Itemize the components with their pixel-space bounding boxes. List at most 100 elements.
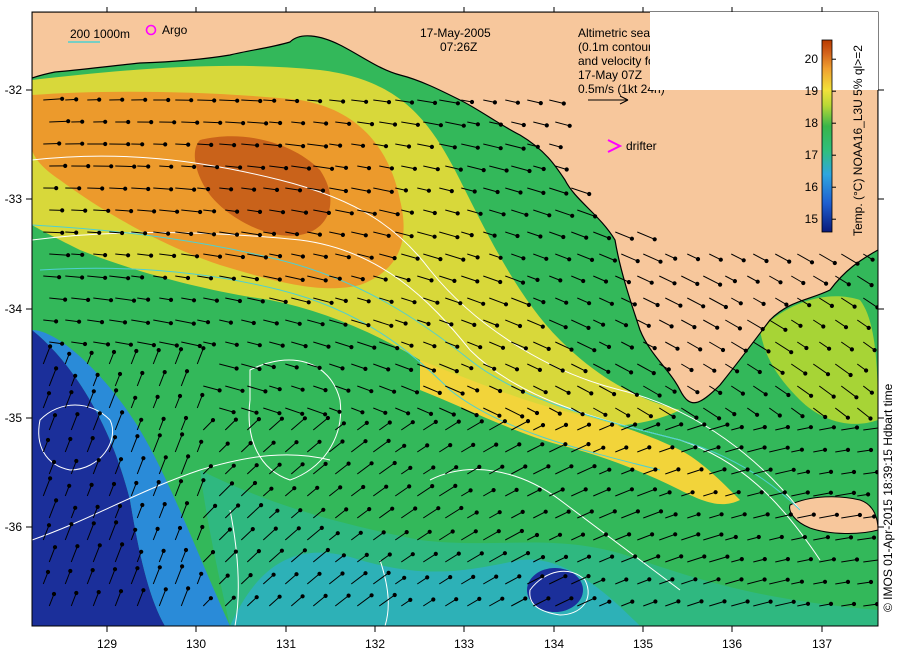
velocity-arrow-head bbox=[406, 411, 411, 416]
velocity-arrow-head bbox=[762, 445, 767, 450]
velocity-arrow-head bbox=[57, 141, 62, 146]
velocity-arrow-head bbox=[498, 388, 503, 394]
velocity-arrow-head bbox=[612, 258, 618, 263]
velocity-arrow-head bbox=[126, 119, 131, 125]
velocity-arrow-head bbox=[540, 423, 546, 428]
colorbar-tick-label: 19 bbox=[805, 84, 819, 98]
velocity-arrow-head bbox=[791, 467, 796, 472]
velocity-arrow-head bbox=[389, 323, 394, 328]
velocity-arrow-head bbox=[438, 123, 443, 128]
velocity-arrow-head bbox=[383, 144, 389, 149]
velocity-arrow bbox=[197, 99, 215, 101]
velocity-arrow-head bbox=[679, 554, 684, 559]
velocity-arrow-head bbox=[798, 323, 803, 328]
velocity-arrow-head bbox=[360, 277, 365, 282]
velocity-arrow-head bbox=[653, 599, 658, 604]
velocity-arrow-head bbox=[213, 503, 218, 508]
velocity-arrow-head bbox=[735, 369, 740, 374]
velocity-arrow-head bbox=[581, 278, 586, 284]
velocity-arrow-head bbox=[534, 410, 540, 416]
velocity-arrow-head bbox=[425, 443, 430, 448]
velocity-arrow-head bbox=[801, 280, 806, 286]
velocity-arrow-head bbox=[280, 210, 286, 215]
velocity-arrow-head bbox=[163, 455, 168, 460]
velocity-arrow-head bbox=[60, 96, 65, 101]
velocity-arrow-head bbox=[495, 323, 500, 328]
velocity-arrow-head bbox=[369, 593, 374, 598]
velocity-arrow-head bbox=[583, 487, 588, 492]
velocity-arrow-head bbox=[827, 346, 832, 351]
velocity-arrow-head bbox=[69, 390, 74, 395]
velocity-arrow-head bbox=[846, 282, 851, 287]
velocity-arrow-head bbox=[777, 413, 782, 418]
colorbar-gradient bbox=[821, 39, 833, 233]
velocity-arrow-head bbox=[54, 319, 59, 324]
velocity-arrow-head bbox=[720, 347, 726, 353]
velocity-arrow-head bbox=[341, 421, 346, 426]
velocity-arrow-head bbox=[453, 483, 458, 488]
velocity-arrow-head bbox=[498, 146, 503, 151]
velocity-arrow-head bbox=[658, 259, 663, 264]
velocity-arrow-head bbox=[162, 502, 167, 507]
velocity-arrow-head bbox=[163, 275, 168, 280]
velocity-arrow-head bbox=[323, 593, 328, 599]
velocity-arrow-head bbox=[768, 599, 773, 604]
velocity-arrow-head bbox=[321, 507, 326, 512]
velocity-arrow-head bbox=[97, 230, 102, 235]
info-line: 17-May 07Z bbox=[578, 68, 642, 82]
velocity-arrow-head bbox=[386, 438, 391, 443]
velocity-arrow-head bbox=[702, 554, 707, 559]
velocity-arrow-head bbox=[458, 167, 463, 172]
velocity-arrow-head bbox=[123, 186, 128, 191]
velocity-arrow-head bbox=[271, 440, 276, 445]
velocity-arrow bbox=[181, 121, 198, 124]
velocity-arrow-head bbox=[799, 447, 805, 452]
velocity-arrow-head bbox=[277, 411, 282, 416]
velocity-arrow-head bbox=[469, 99, 475, 105]
velocity-arrow-head bbox=[279, 548, 284, 553]
velocity-arrow-head bbox=[340, 366, 345, 371]
velocity-arrow-head bbox=[402, 443, 407, 448]
velocity-arrow-head bbox=[271, 572, 276, 577]
velocity-arrow-head bbox=[338, 143, 343, 148]
velocity-arrow-head bbox=[658, 509, 664, 514]
velocity-arrow-head bbox=[848, 535, 854, 540]
velocity-arrow-head bbox=[212, 98, 217, 103]
velocity-arrow-head bbox=[95, 372, 100, 377]
velocity-arrow-head bbox=[669, 324, 674, 329]
velocity-arrow-head bbox=[461, 123, 466, 128]
velocity-arrow-head bbox=[140, 370, 145, 376]
velocity-arrow-head bbox=[303, 344, 308, 349]
velocity-arrow-head bbox=[324, 121, 329, 126]
velocity-arrow-head bbox=[302, 416, 307, 421]
velocity-arrow-head bbox=[557, 411, 562, 416]
velocity-arrow-head bbox=[629, 370, 634, 375]
velocity-arrow-head bbox=[607, 467, 612, 472]
velocity-arrow-head bbox=[848, 372, 853, 378]
velocity-arrow-head bbox=[843, 325, 849, 330]
velocity-arrow-head bbox=[570, 213, 575, 218]
velocity-arrow-head bbox=[521, 256, 526, 261]
velocity-arrow-head bbox=[787, 259, 792, 264]
velocity-arrow-head bbox=[802, 535, 808, 540]
velocity-arrow-head bbox=[521, 122, 526, 128]
velocity-arrow-head bbox=[452, 145, 457, 150]
velocity-arrow-head bbox=[603, 279, 609, 284]
velocity-arrow-head bbox=[406, 277, 411, 283]
velocity-arrow-head bbox=[765, 512, 770, 517]
velocity-arrow-head bbox=[823, 414, 828, 420]
velocity-arrow-head bbox=[343, 165, 349, 170]
velocity-arrow-head bbox=[277, 277, 282, 282]
velocity-arrow-head bbox=[673, 512, 678, 517]
velocity-arrow-head bbox=[469, 366, 474, 371]
velocity-arrow-head bbox=[254, 277, 259, 282]
velocity-arrow-head bbox=[755, 279, 760, 284]
colorbar-tick-label: 15 bbox=[805, 212, 819, 226]
velocity-arrow-head bbox=[414, 390, 420, 395]
y-tick-label: -32 bbox=[5, 83, 23, 97]
y-tick-label: -35 bbox=[5, 411, 23, 425]
velocity-arrow-head bbox=[297, 188, 303, 193]
velocity-arrow-head bbox=[432, 100, 438, 106]
velocity-arrow-head bbox=[786, 392, 791, 398]
velocity-arrow-head bbox=[60, 230, 65, 235]
